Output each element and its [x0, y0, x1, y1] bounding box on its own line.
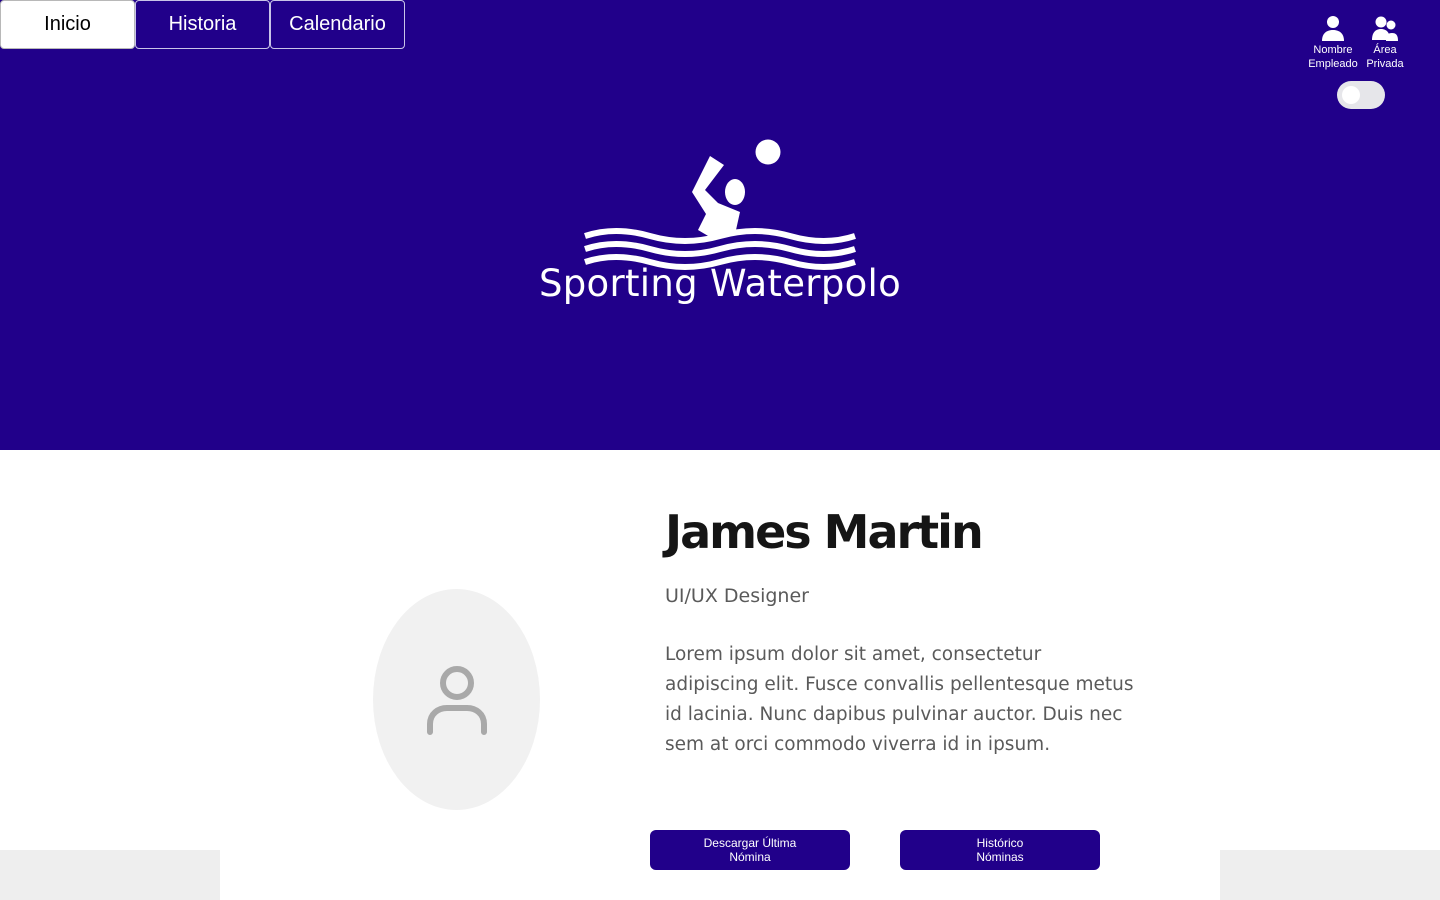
download-last-payslip-button[interactable]: Descargar Última Nómina: [650, 830, 850, 870]
hero-banner: Inicio Historia Calendario Nombre Emplea…: [0, 0, 1440, 450]
profile-name: James Martin: [665, 505, 984, 559]
profile-bio: Lorem ipsum dolor sit amet, consectetur …: [665, 644, 1134, 755]
footer-band-right: [1220, 850, 1440, 900]
private-area-label: Área Privada: [1366, 44, 1404, 70]
users-icon: [1372, 16, 1398, 41]
footer-band-left: [0, 850, 220, 900]
employee-name-label: Nombre Empleado: [1308, 44, 1358, 70]
brand-name: Sporting Waterpolo: [538, 262, 902, 305]
theme-toggle[interactable]: [1337, 81, 1385, 109]
tab-historia[interactable]: Historia: [135, 0, 270, 49]
employee-name-link[interactable]: Nombre Empleado: [1306, 14, 1360, 71]
tab-calendario[interactable]: Calendario: [270, 0, 405, 49]
avatar: [373, 589, 540, 810]
toggle-knob: [1342, 86, 1360, 104]
profile-role: UI/UX Designer: [665, 585, 809, 607]
user-placeholder-icon: [426, 665, 487, 735]
payslip-history-button[interactable]: Histórico Nóminas: [900, 830, 1100, 870]
private-area-link[interactable]: Área Privada: [1363, 14, 1407, 71]
tab-inicio[interactable]: Inicio: [0, 0, 135, 49]
user-icon: [1322, 16, 1344, 41]
top-nav: Inicio Historia Calendario: [0, 0, 405, 49]
